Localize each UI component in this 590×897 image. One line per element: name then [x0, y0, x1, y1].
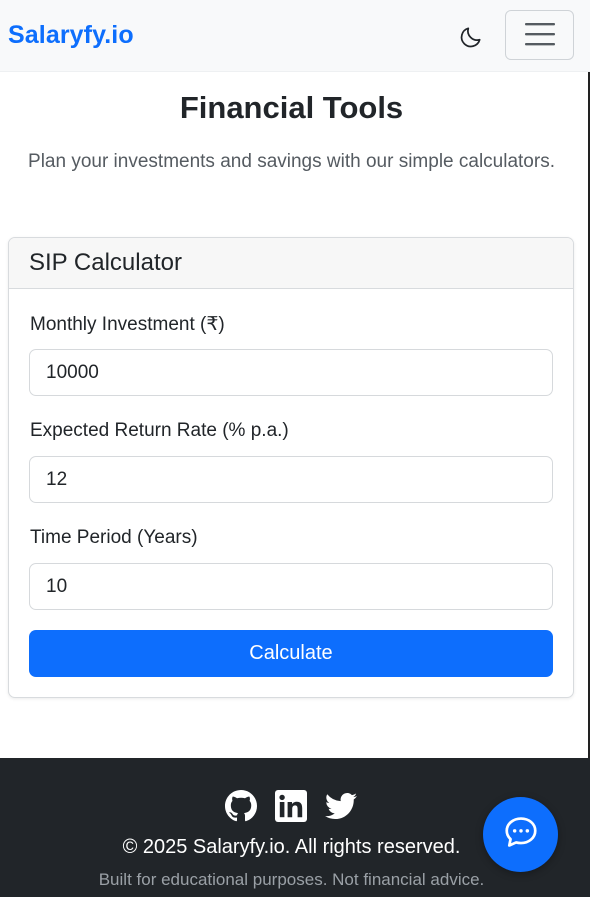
chat-bubble-icon [502, 813, 540, 856]
calculate-button[interactable]: Calculate [29, 630, 553, 677]
moon-icon[interactable] [456, 22, 486, 52]
return-rate-label: Expected Return Rate (% p.a.) [30, 420, 289, 441]
time-period-input[interactable] [29, 563, 553, 610]
card-title: SIP Calculator [9, 238, 573, 289]
hamburger-menu-icon [524, 21, 556, 50]
monthly-investment-label: Monthly Investment (₹) [30, 314, 225, 335]
github-icon[interactable] [225, 790, 257, 822]
disclaimer-text: Built for educational purposes. Not fina… [98, 870, 485, 889]
hamburger-menu-button[interactable] [505, 10, 574, 60]
page-title: Financial Tools [179, 90, 404, 125]
return-rate-input[interactable] [29, 456, 553, 503]
twitter-icon[interactable] [325, 790, 357, 822]
chat-button[interactable] [483, 797, 558, 872]
time-period-label: Time Period (Years) [30, 527, 198, 548]
navbar: Salaryfy.io [0, 0, 590, 72]
page-subtitle: Plan your investments and savings with o… [28, 151, 555, 172]
monthly-investment-input[interactable] [29, 349, 553, 396]
linkedin-icon[interactable] [275, 790, 307, 822]
sip-calculator-card: SIP Calculator Monthly Investment (₹) Ex… [8, 237, 574, 698]
social-links [225, 790, 357, 822]
brand-logo[interactable]: Salaryfy.io [8, 21, 134, 50]
